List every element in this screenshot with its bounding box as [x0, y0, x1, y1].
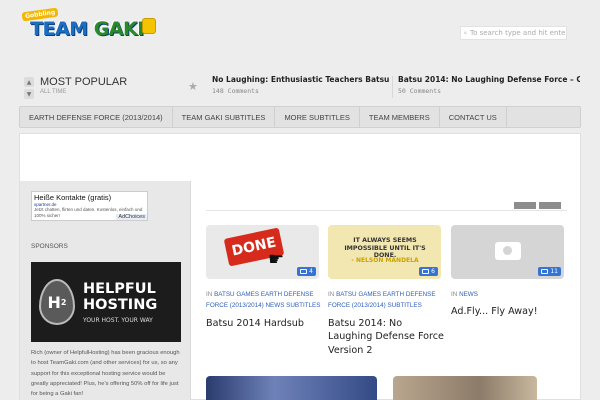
popular-arrows: ▲ ▼ [24, 77, 34, 99]
comment-icon [541, 269, 549, 274]
sidebar: Heiße Kontakte (gratis) xpartner.de Jetz… [20, 181, 191, 400]
comment-count-badge: 6 [419, 267, 438, 276]
adchoices-link[interactable]: AdChoices [116, 214, 147, 220]
helpful-hosting-banner[interactable]: H2 HELPFUL HOSTING YOUR HOST. YOUR WAY [31, 262, 181, 342]
h2-logo-icon: H2 [39, 279, 75, 325]
sponsor-text: Rich (owner of HelpfulHosting) has been … [31, 350, 180, 398]
popular-title: MOST POPULAR [40, 76, 128, 88]
post-title[interactable]: Ad.Fly... Fly Away! [451, 305, 567, 319]
post-title[interactable]: Batsu 2014: No Laughing Defense Force Ve… [328, 317, 444, 358]
post-categories: IN BATSU GAMES EARTH DEFENSE FORCE (2013… [206, 291, 321, 310]
sponsors-title: SPONSORS [31, 243, 68, 250]
category-link[interactable]: SUBTITLES [286, 302, 320, 309]
mascot-icon [142, 18, 156, 34]
search-input[interactable] [470, 29, 566, 37]
category-link[interactable]: BATSU GAMES [214, 291, 259, 298]
popular-item[interactable]: No Laughing: Enthusiastic Teachers Batsu… [212, 75, 390, 99]
main-content: Heiße Kontakte (gratis) xpartner.de Jetz… [19, 133, 581, 400]
nav-item-contact-us[interactable]: CONTACT US [440, 107, 507, 127]
banner-line-1: HELPFUL [83, 281, 156, 297]
popular-subtitle: ALL TIME [40, 89, 67, 95]
main-nav: EARTH DEFENSE FORCE (2013/2014) TEAM GAK… [19, 106, 581, 128]
star-icon: ★ [188, 80, 198, 93]
category-link[interactable]: NEWS [266, 302, 285, 309]
post-card: IT ALWAYS SEEMS IMPOSSIBLE UNTIL IT'S DO… [328, 225, 444, 357]
popular-item-comments: 148 Comments [212, 87, 259, 95]
nav-item-earth-defense-force[interactable]: EARTH DEFENSE FORCE (2013/2014) [20, 107, 173, 127]
post-title[interactable]: Batsu 2014 Hardsub [206, 317, 322, 331]
ad-headline[interactable]: Heiße Kontakte (gratis) [32, 192, 147, 202]
post-thumbnail[interactable] [393, 376, 537, 400]
comment-count-badge: 11 [538, 267, 561, 276]
post-thumbnail[interactable]: DONE ☛ 4 [206, 225, 319, 279]
post-categories: IN NEWS [451, 291, 478, 298]
divider [392, 76, 393, 98]
search-box[interactable] [460, 26, 567, 40]
post-categories: IN BATSU GAMES EARTH DEFENSE FORCE (2013… [328, 291, 436, 310]
ad-box[interactable]: Heiße Kontakte (gratis) xpartner.de Jetz… [31, 191, 148, 221]
banner-line-2: HOSTING [83, 297, 158, 313]
post-card: 11 IN NEWS Ad.Fly... Fly Away! [451, 225, 567, 319]
popular-item-comments: 50 Comments [398, 87, 442, 95]
nav-item-more-subtitles[interactable]: MORE SUBTITLES [275, 107, 360, 127]
chevron-down-icon[interactable]: ▼ [24, 89, 34, 99]
post-card: DONE ☛ 4 IN BATSU GAMES EARTH DEFENSE FO… [206, 225, 322, 330]
category-link[interactable]: NEWS [459, 291, 478, 298]
popular-item[interactable]: Batsu 2014: No Laughing Defense Force – … [398, 75, 580, 99]
comment-icon [422, 269, 430, 274]
banner-tagline: YOUR HOST. YOUR WAY [83, 317, 153, 324]
logo-text: TEAM GAKI [30, 18, 144, 40]
post-thumbnail[interactable]: IT ALWAYS SEEMS IMPOSSIBLE UNTIL IT'S DO… [328, 225, 441, 279]
view-toggle-button[interactable] [539, 202, 561, 209]
comment-count-badge: 4 [297, 267, 316, 276]
most-popular-strip: ▲ ▼ MOST POPULAR ALL TIME ★ No Laughing:… [20, 74, 580, 100]
hand-cursor-icon: ☛ [268, 249, 285, 270]
camera-icon [495, 242, 521, 260]
site-logo[interactable]: Gobbling TEAM GAKI [21, 7, 162, 46]
quote-author: - NELSON MANDELA [351, 257, 419, 264]
comment-icon [300, 269, 308, 274]
view-toggle [514, 202, 561, 209]
category-link[interactable]: BATSU GAMES [336, 291, 381, 298]
chevron-up-icon[interactable]: ▲ [24, 77, 34, 87]
category-link[interactable]: SUBTITLES [388, 302, 422, 309]
post-thumbnail[interactable]: 11 [451, 225, 564, 279]
post-thumbnail[interactable] [206, 376, 377, 400]
popular-item-title[interactable]: Batsu 2014: No Laughing Defense Force – … [398, 75, 580, 84]
divider [206, 210, 567, 211]
nav-item-team-gaki-subtitles[interactable]: TEAM GAKI SUBTITLES [173, 107, 276, 127]
search-icon [464, 31, 467, 35]
nav-item-team-members[interactable]: TEAM MEMBERS [360, 107, 440, 127]
popular-item-title[interactable]: No Laughing: Enthusiastic Teachers Batsu… [212, 75, 390, 84]
view-toggle-button[interactable] [514, 202, 536, 209]
